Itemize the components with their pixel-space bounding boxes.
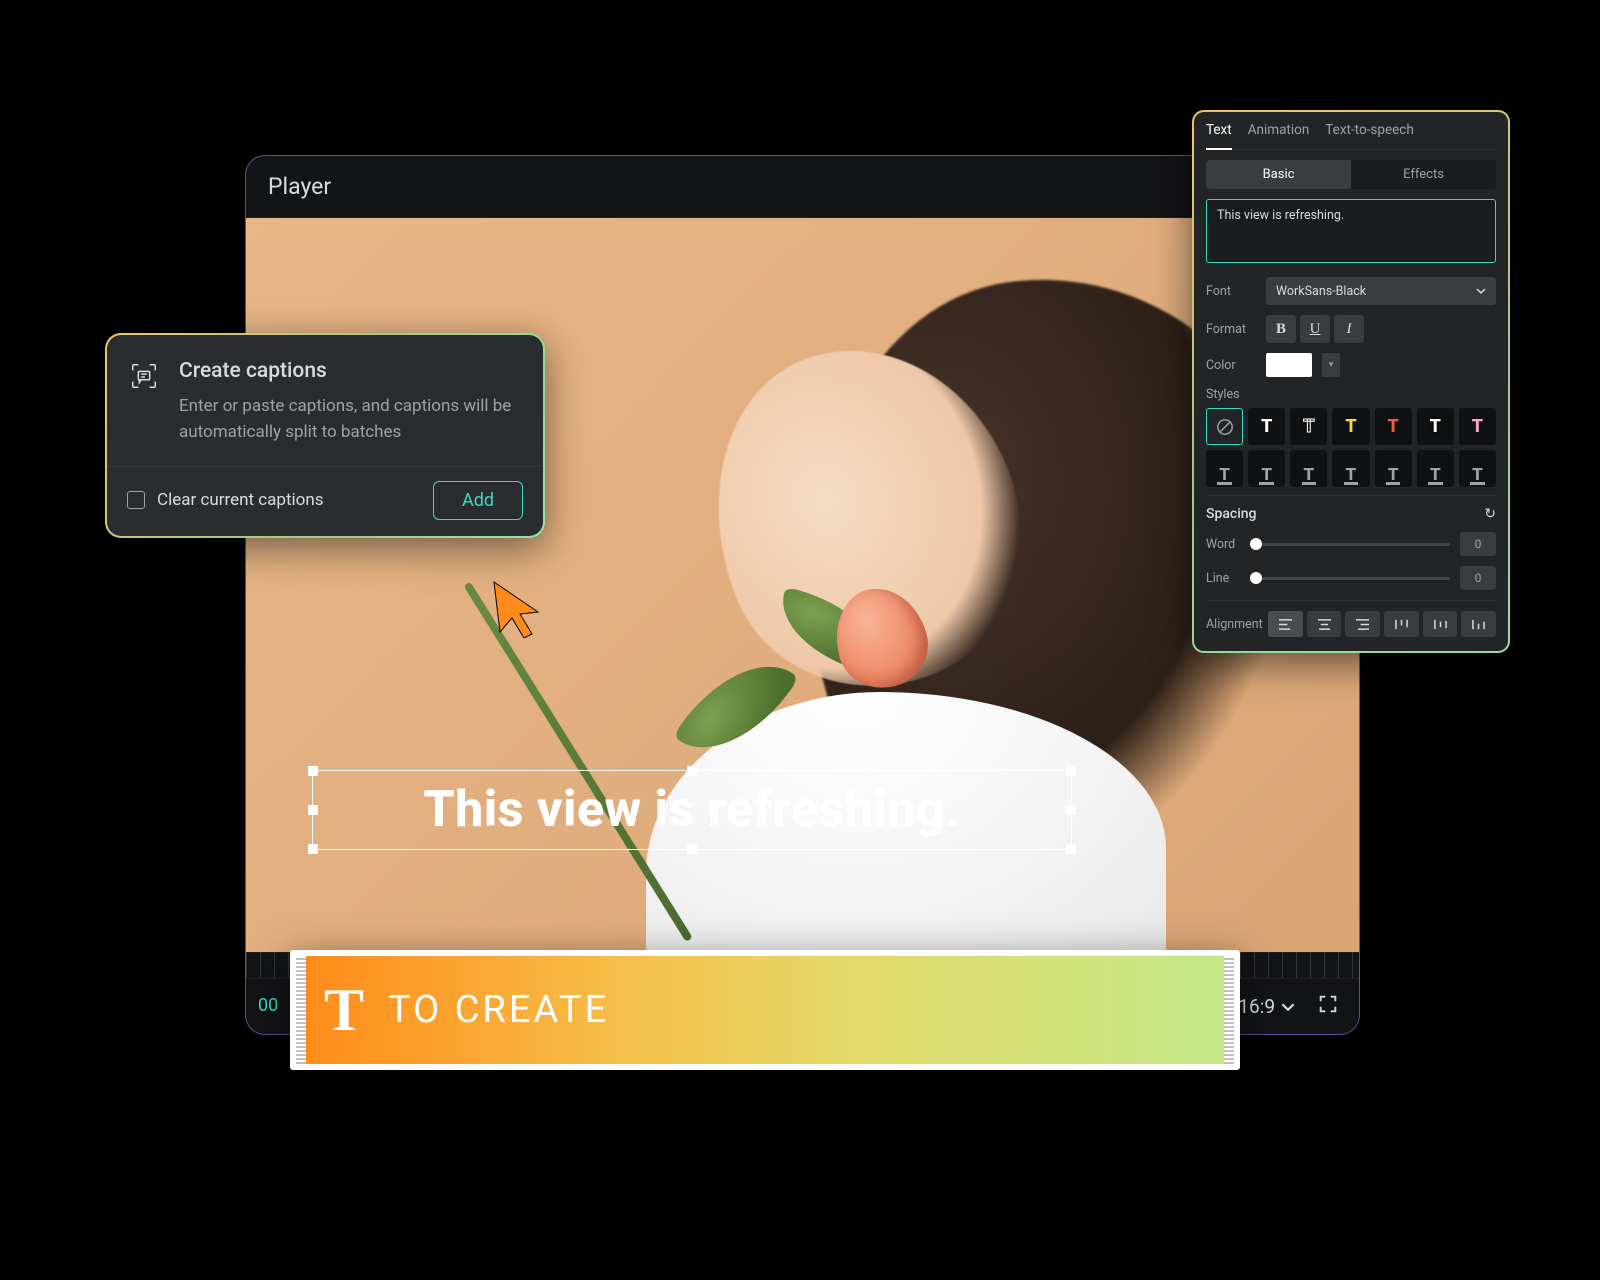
align-left-button[interactable] xyxy=(1268,611,1303,637)
font-select[interactable]: WorkSans-Black xyxy=(1266,277,1496,305)
align-bottom-button[interactable] xyxy=(1461,611,1496,637)
resize-handle[interactable] xyxy=(687,844,697,854)
align-middle-button[interactable] xyxy=(1423,611,1458,637)
clip-trim-handle-right[interactable] xyxy=(1224,956,1234,1064)
italic-button[interactable]: I xyxy=(1334,315,1364,343)
text-clip-icon: T xyxy=(324,980,364,1040)
style-option[interactable]: T xyxy=(1459,450,1496,487)
slider-thumb[interactable] xyxy=(1250,572,1262,584)
caption-overlay-box[interactable]: This view is refreshing. xyxy=(312,770,1072,850)
clip-content: T TO CREATE xyxy=(306,956,1224,1064)
player-title: Player xyxy=(268,173,331,200)
resize-handle[interactable] xyxy=(1066,844,1076,854)
color-swatch[interactable] xyxy=(1266,353,1312,377)
word-spacing-slider[interactable] xyxy=(1256,543,1450,546)
tab-text[interactable]: Text xyxy=(1206,122,1232,150)
resize-handle[interactable] xyxy=(308,844,318,854)
timecode: 00 xyxy=(258,995,278,1016)
segment-effects[interactable]: Effects xyxy=(1351,160,1496,189)
format-label: Format xyxy=(1206,322,1256,337)
style-option[interactable]: T xyxy=(1375,408,1412,445)
styles-label: Styles xyxy=(1206,387,1496,402)
word-spacing-label: Word xyxy=(1206,537,1246,552)
font-label: Font xyxy=(1206,284,1256,299)
panel-tabs: Text Animation Text-to-speech xyxy=(1206,122,1496,150)
color-label: Color xyxy=(1206,358,1256,373)
style-option[interactable]: T xyxy=(1375,450,1412,487)
aspect-ratio-value: 16:9 xyxy=(1238,995,1275,1018)
resize-handle[interactable] xyxy=(308,766,318,776)
resize-handle[interactable] xyxy=(1066,805,1076,815)
style-option[interactable]: T xyxy=(1206,450,1243,487)
captions-popover-description: Enter or paste captions, and captions wi… xyxy=(179,393,519,446)
style-option[interactable]: T xyxy=(1290,408,1327,445)
caption-text-input[interactable] xyxy=(1206,199,1496,263)
text-styles-grid: T T T T T T T T T T T T T xyxy=(1206,408,1496,487)
style-option[interactable]: T xyxy=(1459,408,1496,445)
color-dropdown[interactable]: ▾ xyxy=(1322,353,1340,377)
chevron-down-icon xyxy=(1476,286,1486,296)
align-top-button[interactable] xyxy=(1384,611,1419,637)
create-captions-popover: Create captions Enter or paste captions,… xyxy=(105,333,545,538)
reset-spacing-icon[interactable]: ↻ xyxy=(1484,506,1496,522)
style-option[interactable]: T xyxy=(1248,450,1285,487)
alignment-label: Alignment xyxy=(1206,617,1264,632)
fullscreen-icon[interactable] xyxy=(1317,993,1339,1020)
checkbox-icon xyxy=(127,491,145,509)
style-option[interactable]: T xyxy=(1290,450,1327,487)
style-option[interactable]: T xyxy=(1332,450,1369,487)
resize-handle[interactable] xyxy=(308,805,318,815)
bold-button[interactable]: B xyxy=(1266,315,1296,343)
style-none[interactable] xyxy=(1206,408,1243,445)
basic-effects-segment: Basic Effects xyxy=(1206,160,1496,189)
slider-thumb[interactable] xyxy=(1250,538,1262,550)
line-spacing-value[interactable]: 0 xyxy=(1460,566,1496,590)
clip-label: TO CREATE xyxy=(388,988,609,1032)
font-select-value: WorkSans-Black xyxy=(1276,284,1366,299)
align-right-button[interactable] xyxy=(1345,611,1380,637)
aspect-ratio-selector[interactable]: 16:9 xyxy=(1238,995,1295,1018)
tab-animation[interactable]: Animation xyxy=(1248,122,1310,143)
timeline-clip[interactable]: T TO CREATE xyxy=(290,950,1240,1070)
captions-icon xyxy=(127,359,161,446)
style-option[interactable]: T xyxy=(1332,408,1369,445)
line-spacing-label: Line xyxy=(1206,571,1246,586)
caption-overlay-text: This view is refreshing. xyxy=(423,781,960,839)
resize-handle[interactable] xyxy=(1066,766,1076,776)
segment-basic[interactable]: Basic xyxy=(1206,160,1351,189)
chevron-down-icon xyxy=(1281,1000,1295,1014)
clear-captions-checkbox[interactable]: Clear current captions xyxy=(127,490,324,510)
add-captions-button[interactable]: Add xyxy=(433,481,523,520)
tab-text-to-speech[interactable]: Text-to-speech xyxy=(1325,122,1414,143)
style-option[interactable]: T xyxy=(1417,450,1454,487)
resize-handle[interactable] xyxy=(687,766,697,776)
text-properties-panel: Text Animation Text-to-speech Basic Effe… xyxy=(1192,110,1510,653)
captions-popover-title: Create captions xyxy=(179,359,519,383)
style-option[interactable]: T xyxy=(1417,408,1454,445)
align-center-button[interactable] xyxy=(1307,611,1342,637)
clip-trim-handle-left[interactable] xyxy=(296,956,306,1064)
clear-captions-label: Clear current captions xyxy=(157,490,324,510)
line-spacing-slider[interactable] xyxy=(1256,577,1450,580)
style-option[interactable]: T xyxy=(1248,408,1285,445)
underline-button[interactable]: U xyxy=(1300,315,1330,343)
word-spacing-value[interactable]: 0 xyxy=(1460,532,1496,556)
spacing-label: Spacing xyxy=(1206,506,1257,522)
